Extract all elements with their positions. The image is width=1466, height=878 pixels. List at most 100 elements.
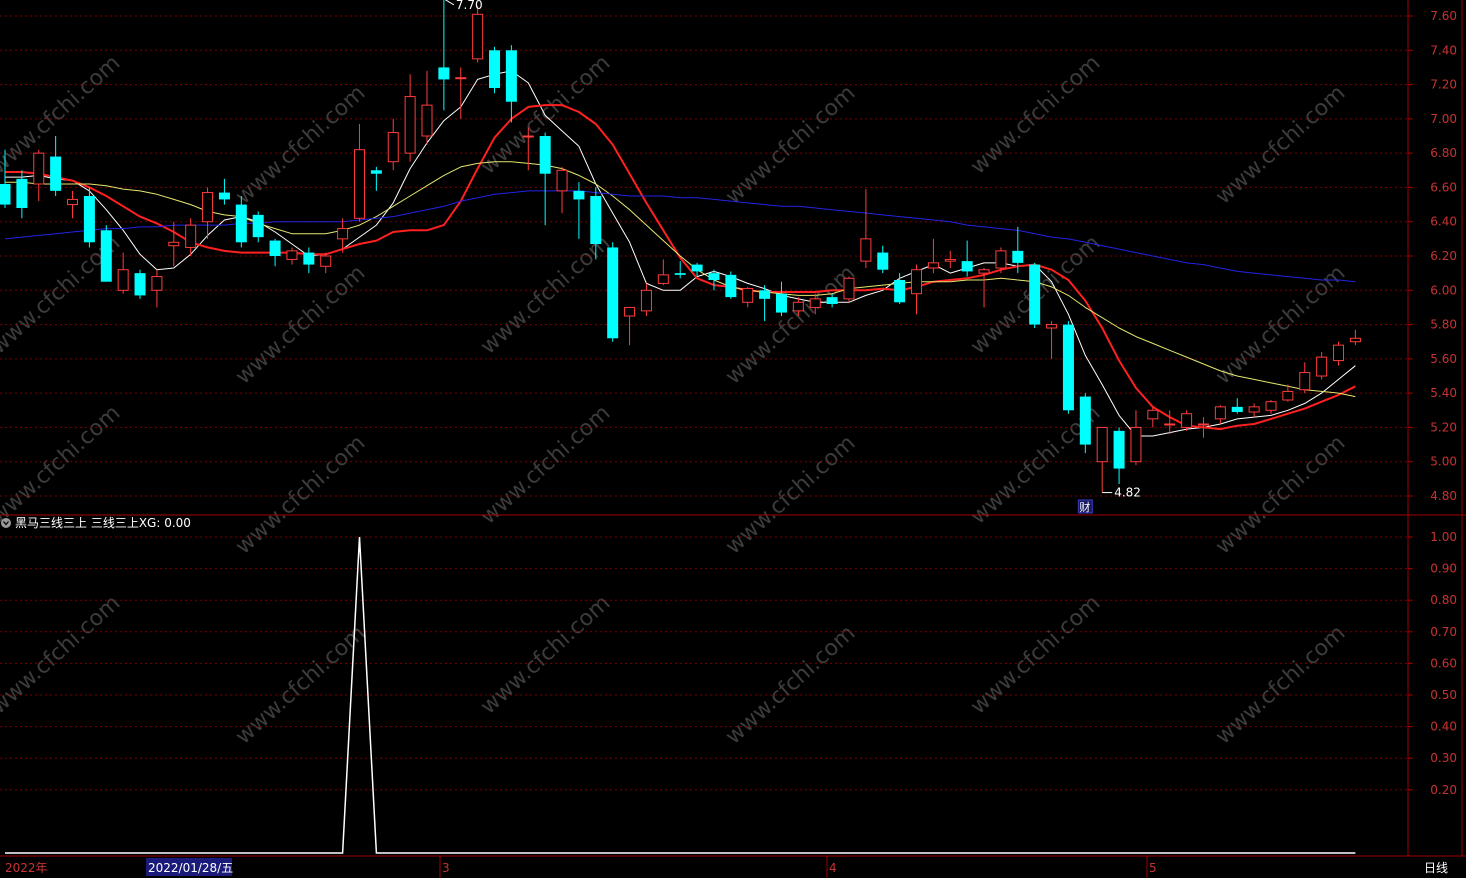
candle-body-down xyxy=(826,297,838,304)
period-label[interactable]: 日线 xyxy=(1424,861,1448,875)
candlestick[interactable] xyxy=(387,118,399,171)
candle-body-up xyxy=(185,224,197,248)
candlestick[interactable] xyxy=(320,252,332,274)
candlestick[interactable] xyxy=(100,225,112,282)
collapse-icon[interactable] xyxy=(1,518,11,528)
candlestick[interactable] xyxy=(657,259,669,286)
price-tick-label: 6.20 xyxy=(1430,249,1457,263)
candlestick[interactable] xyxy=(303,247,315,274)
candlestick[interactable] xyxy=(252,211,264,243)
candlestick[interactable] xyxy=(50,135,62,196)
candle-body-up xyxy=(337,228,349,240)
candlestick[interactable] xyxy=(961,240,973,277)
indicator-grid xyxy=(0,536,1408,791)
candlestick[interactable] xyxy=(421,70,433,145)
candlestick[interactable] xyxy=(218,178,230,205)
candlestick[interactable] xyxy=(269,238,281,267)
candlestick[interactable] xyxy=(894,273,906,304)
candlestick[interactable] xyxy=(1214,405,1226,424)
candlestick[interactable] xyxy=(860,189,872,268)
candle-body-down xyxy=(269,240,281,256)
candlestick[interactable] xyxy=(505,45,517,123)
price-annotations: 7.70 4.82 财 xyxy=(444,0,1141,514)
candle-body-up xyxy=(944,258,956,262)
candle-body-up xyxy=(1282,390,1294,401)
candlestick[interactable] xyxy=(640,283,652,316)
candlestick[interactable] xyxy=(1147,406,1159,428)
candlestick[interactable] xyxy=(1265,399,1277,414)
candlestick[interactable] xyxy=(151,269,163,308)
candlestick[interactable] xyxy=(944,250,956,268)
candle-body-up xyxy=(522,135,534,138)
candle-body-up xyxy=(404,96,416,154)
candlestick[interactable] xyxy=(1349,329,1361,346)
candlestick[interactable] xyxy=(353,123,365,222)
price-tick-label: 6.60 xyxy=(1430,180,1457,194)
candlestick[interactable] xyxy=(1333,341,1345,366)
watermark-text: www.cfchi.com xyxy=(966,591,1105,720)
candlestick[interactable] xyxy=(556,166,568,214)
candlestick[interactable] xyxy=(117,252,129,294)
candle-body-down xyxy=(50,156,62,191)
candlestick[interactable] xyxy=(877,245,889,274)
candlestick[interactable] xyxy=(1113,427,1125,484)
candle-body-up xyxy=(1147,409,1159,420)
candlestick[interactable] xyxy=(1079,393,1091,454)
candlestick[interactable] xyxy=(1181,410,1193,431)
candle-body-up xyxy=(67,198,79,206)
candle-body-down xyxy=(961,261,973,272)
event-marker-label[interactable]: 财 xyxy=(1079,500,1090,514)
candlestick[interactable] xyxy=(1096,426,1108,493)
candlestick[interactable] xyxy=(1299,362,1311,394)
candlestick[interactable] xyxy=(539,132,551,226)
candle-body-up xyxy=(353,149,365,219)
candlestick[interactable] xyxy=(1231,398,1243,414)
candlestick[interactable] xyxy=(1046,321,1058,359)
candlestick[interactable] xyxy=(168,221,180,267)
candlestick[interactable] xyxy=(202,187,214,239)
candlestick[interactable] xyxy=(759,285,771,322)
candle-body-down xyxy=(1012,250,1024,263)
candle-body-down xyxy=(708,273,720,280)
candlestick[interactable] xyxy=(725,271,737,299)
candlestick[interactable] xyxy=(1248,403,1260,418)
candle-body-down xyxy=(1079,396,1091,445)
candle-body-up xyxy=(1096,426,1108,463)
candlestick[interactable] xyxy=(607,242,619,342)
candlestick[interactable] xyxy=(1029,262,1041,328)
price-tick-label: 5.60 xyxy=(1430,352,1457,366)
watermark-text: www.cfchi.com xyxy=(1211,81,1350,210)
candle-body-up xyxy=(792,301,804,312)
indicator-tick-label: 0.40 xyxy=(1430,720,1457,734)
candlestick[interactable] xyxy=(404,74,416,162)
candle-body-down xyxy=(1062,324,1074,411)
candlestick[interactable] xyxy=(286,247,298,265)
indicator-tick-label: 0.90 xyxy=(1430,562,1457,576)
candlestick[interactable] xyxy=(742,286,754,308)
candlestick[interactable] xyxy=(472,5,484,63)
candlestick[interactable] xyxy=(1062,321,1074,414)
candlestick[interactable] xyxy=(67,190,79,219)
candle-body-up xyxy=(1164,423,1176,426)
candlestick[interactable] xyxy=(775,281,787,316)
x-label-month-3: 3 xyxy=(442,861,450,875)
chart-frame xyxy=(0,0,1466,878)
candlestick[interactable] xyxy=(489,46,501,94)
candlestick[interactable] xyxy=(134,269,146,299)
candlestick[interactable] xyxy=(624,306,636,346)
price-grid xyxy=(0,15,1408,497)
candlestick[interactable] xyxy=(911,264,923,315)
indicator-tick-label: 0.50 xyxy=(1430,688,1457,702)
candlestick[interactable] xyxy=(843,276,855,303)
candle-body-up xyxy=(168,241,180,247)
candlestick[interactable] xyxy=(455,67,467,119)
candlestick[interactable] xyxy=(83,187,95,248)
candlestick[interactable] xyxy=(1316,351,1328,380)
candle-body-down xyxy=(0,183,11,205)
candlestick[interactable] xyxy=(1130,410,1142,466)
watermark-text: www.cfchi.com xyxy=(1211,431,1350,560)
candle-body-down xyxy=(1231,406,1243,412)
candlestick[interactable] xyxy=(33,149,45,202)
indicator-header[interactable]: 黑马三线三上 三线三上XG: 0.00 xyxy=(1,516,191,530)
candlestick[interactable] xyxy=(438,0,450,111)
